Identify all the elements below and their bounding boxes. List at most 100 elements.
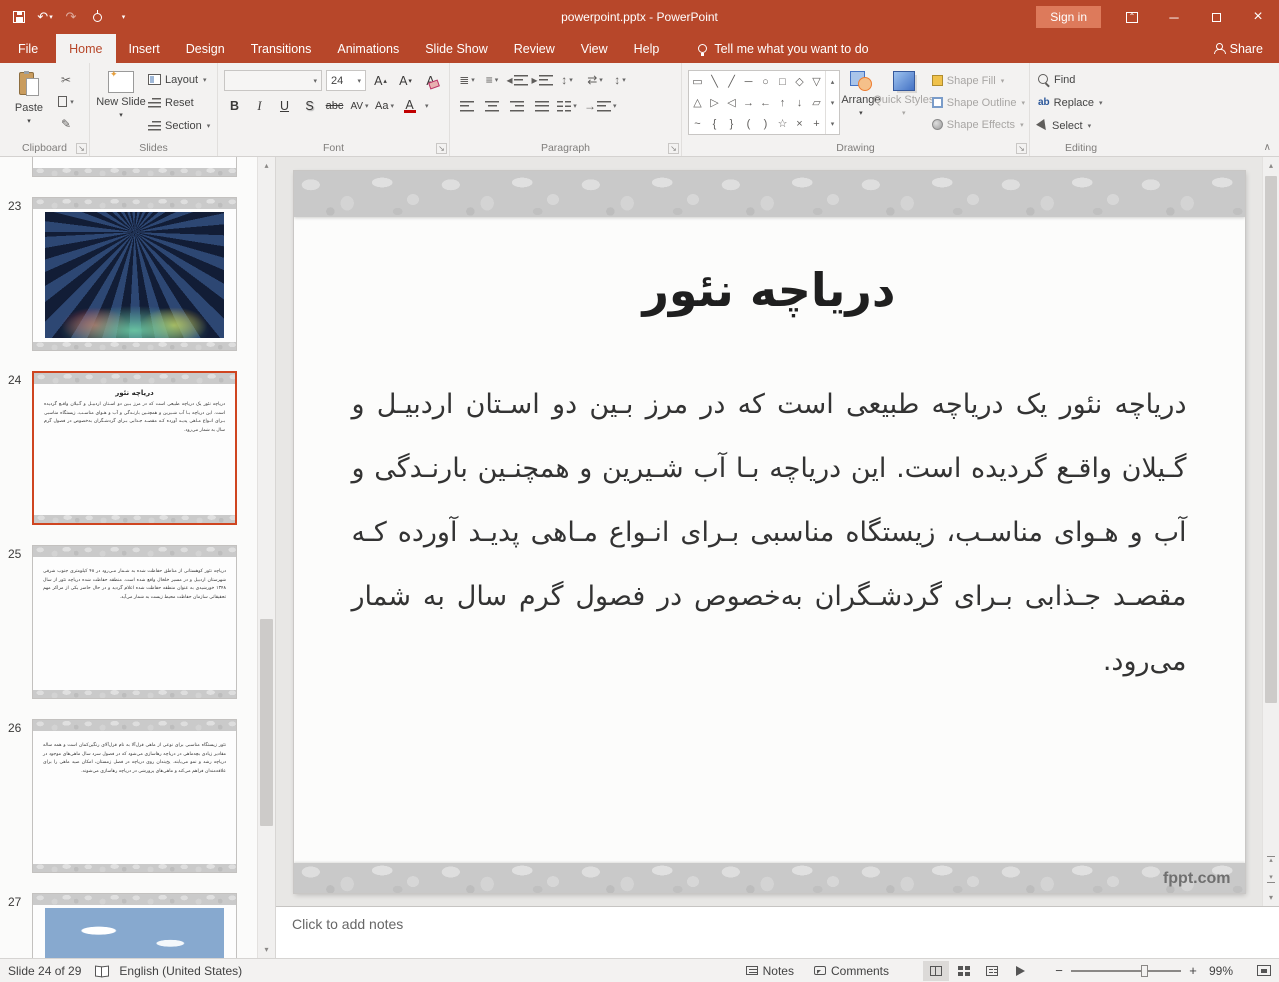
shape-icon[interactable]: ~ [689,113,706,134]
shape-icon[interactable]: ╲ [706,71,723,92]
font-color-dropdown[interactable]: ▾ [425,102,429,110]
text-shadow-button[interactable]: S [299,96,320,116]
slide-thumbnail-27[interactable]: 27 [0,893,257,958]
tab-insert[interactable]: Insert [116,34,173,63]
shape-icon[interactable]: ─ [740,71,757,92]
shapes-scroll-down[interactable]: ▾ [826,92,839,113]
thumb-scroll-track[interactable] [258,174,275,941]
reset-button[interactable]: Reset [148,92,210,113]
change-case-button[interactable]: Aa ▾ [374,96,395,116]
comments-toggle-button[interactable]: Comments [813,964,889,978]
strikethrough-button[interactable]: abc [324,96,345,116]
slide-thumbnail-26[interactable]: 26 نئور زیستگاه مناسبی برای نوعی از ماهی… [0,719,257,873]
touch-mouse-mode-button[interactable] [84,3,110,31]
previous-slide-button[interactable]: ▴ [1263,849,1279,869]
sign-in-button[interactable]: Sign in [1036,6,1101,28]
increase-font-size-button[interactable]: A ▴ [370,71,391,91]
slide-canvas-area[interactable]: دریاچه نئور دریاچه نئور یک دریاچه طبیعی … [276,157,1262,906]
shape-icon[interactable]: ◁ [723,92,740,113]
format-painter-button[interactable]: ✎ [54,113,78,134]
zoom-slider-thumb[interactable] [1141,964,1149,977]
shape-icon[interactable]: △ [689,92,706,113]
zoom-in-button[interactable]: + [1183,963,1203,978]
paragraph-dialog-launcher[interactable]: ↘ [668,143,679,154]
thumb-scroll-thumb[interactable] [260,618,273,826]
tab-help[interactable]: Help [621,34,673,63]
shape-icon[interactable]: ( [740,113,757,134]
line-spacing-button[interactable]: ↕ ▾ [556,70,578,90]
slide-scroll-track[interactable] [1263,174,1279,849]
collapse-ribbon-button[interactable]: ∧ [1264,142,1271,153]
tab-slide-show[interactable]: Slide Show [412,34,501,63]
slide-scroll-down-arrow[interactable]: ▾ [1263,889,1279,906]
tab-animations[interactable]: Animations [324,34,412,63]
shapes-scroll-up[interactable]: ▴ [826,71,839,92]
next-slide-button[interactable]: ▾ [1263,869,1279,889]
tab-transitions[interactable]: Transitions [238,34,325,63]
underline-button[interactable]: U [274,96,295,116]
language-indicator[interactable]: English (United States) [119,964,242,978]
tab-view[interactable]: View [568,34,621,63]
slide-thumbnail-23[interactable]: 23 [0,197,257,351]
clear-formatting-button[interactable]: A [420,71,441,91]
zoom-level[interactable]: 99% [1209,964,1245,978]
notes-pane[interactable]: Click to add notes [276,906,1279,958]
replace-button[interactable]: ab Replace ▾ [1038,92,1103,113]
save-button[interactable] [6,3,32,31]
thumb-scroll-up-arrow[interactable]: ▴ [258,157,275,174]
shape-icon[interactable]: + [808,113,825,134]
font-color-button[interactable]: A [399,96,420,116]
align-text-button[interactable]: ↕ ▾ [609,70,631,90]
restore-button[interactable] [1195,0,1237,34]
shapes-gallery[interactable]: ▭ ╲ ╱ ─ ○ □ ◇ ▽ △ ▷ ◁ → ← ↑ ↓ ▱ ~ { } ( [688,70,840,135]
slide-scrollbar[interactable]: ▴ ▴ ▾ ▾ [1262,157,1279,906]
shape-icon[interactable]: ▷ [706,92,723,113]
slide-indicator[interactable]: Slide 24 of 29 [8,964,81,978]
normal-view-button[interactable] [923,960,949,981]
shape-icon[interactable]: □ [774,71,791,92]
decrease-font-size-button[interactable]: A ▾ [395,71,416,91]
tab-review[interactable]: Review [501,34,568,63]
layout-button[interactable]: Layout ▾ [148,69,210,90]
new-slide-button[interactable]: New Slide ▾ [96,67,146,139]
shape-icon[interactable]: ╱ [723,71,740,92]
cut-button[interactable]: ✂ [54,69,78,90]
tab-design[interactable]: Design [173,34,238,63]
reading-view-button[interactable] [979,961,1005,981]
align-left-button[interactable] [456,96,478,116]
bold-button[interactable]: B [224,96,245,116]
shape-effects-button[interactable]: Shape Effects ▾ [931,114,1025,135]
columns-button[interactable]: ▾ [556,96,578,116]
clipboard-dialog-launcher[interactable]: ↘ [76,143,87,154]
slide-thumbnail-22-partial[interactable] [0,157,257,177]
shape-icon[interactable]: ☆ [774,113,791,134]
shape-icon[interactable]: { [706,113,723,134]
tell-me-box[interactable]: Tell me what you want to do [698,34,869,63]
fit-slide-to-window-button[interactable] [1257,965,1271,976]
paste-button[interactable]: Paste ▾ [6,67,52,139]
slide-thumbnail-24[interactable]: 24 دریاچه نئور دریاچه نئور یک دریاچه طبی… [0,371,257,525]
shape-outline-button[interactable]: Shape Outline ▾ [931,92,1025,113]
quick-styles-button[interactable]: Quick Styles ▾ [873,67,934,139]
decrease-indent-button[interactable]: ◂ [506,70,528,90]
shape-icon[interactable]: ← [757,92,774,113]
shape-icon[interactable]: → [740,92,757,113]
thumbnail-scrollbar[interactable]: ▴ ▾ [257,157,275,958]
thumb-scroll-down-arrow[interactable]: ▾ [258,941,275,958]
align-right-button[interactable] [506,96,528,116]
shape-fill-button[interactable]: Shape Fill ▾ [931,70,1025,91]
shape-icon[interactable]: ○ [757,71,774,92]
convert-to-smartart-button[interactable]: → ▾ [584,96,617,116]
shape-icon[interactable]: × [791,113,808,134]
select-button[interactable]: Select ▾ [1036,115,1103,136]
shape-icon[interactable]: ▭ [689,71,706,92]
shape-icon[interactable]: ↑ [774,92,791,113]
font-dialog-launcher[interactable]: ↘ [436,143,447,154]
share-button[interactable]: Share [1198,34,1279,63]
shape-icon[interactable]: ) [757,113,774,134]
zoom-out-button[interactable]: − [1049,963,1069,978]
undo-button[interactable]: ↶ ▾ [32,3,58,31]
ribbon-display-options-button[interactable]: ⌃ [1111,0,1153,34]
text-direction-button[interactable]: ⇄ ▾ [584,70,606,90]
tab-file[interactable]: File [0,34,56,63]
